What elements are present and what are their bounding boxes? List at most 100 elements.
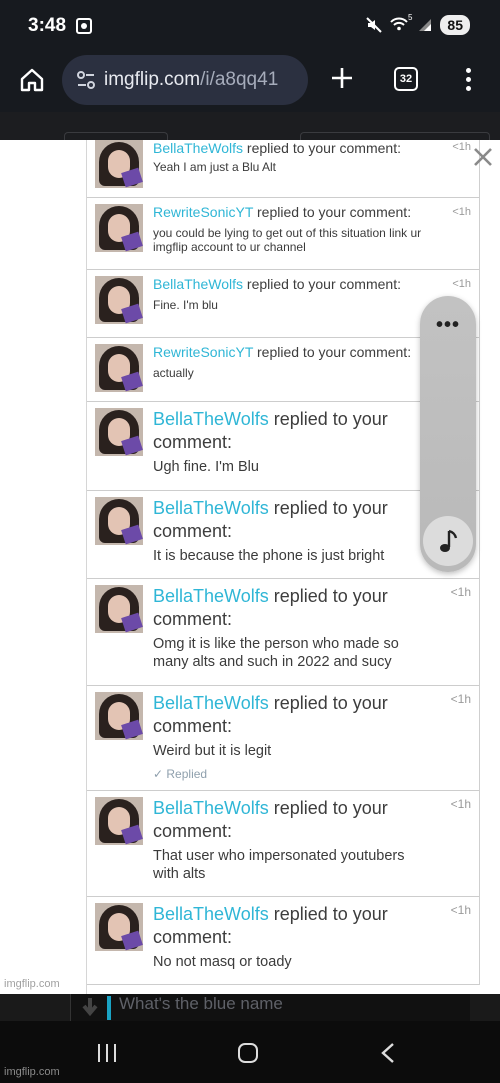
comment-text: you could be lying to get out of this si… bbox=[153, 226, 421, 254]
notification-action-cont: comment: bbox=[153, 432, 233, 452]
notification-row[interactable]: BellaTheWolfs replied to your comment: <1h… bbox=[87, 791, 479, 897]
header-tab-outline bbox=[64, 132, 168, 140]
notification-action: replied to your bbox=[273, 693, 388, 713]
replied-status: ✓ Replied bbox=[153, 767, 208, 781]
address-bar[interactable]: imgflip.com/i/a8qq41 bbox=[62, 55, 308, 105]
username-link[interactable]: RewriteSonicYT bbox=[153, 204, 253, 220]
notification-heading: RewriteSonicYT replied to your comment: bbox=[153, 344, 411, 360]
nav-watermark: imgflip.com bbox=[4, 1066, 60, 1078]
overflow-menu-icon[interactable] bbox=[458, 66, 478, 94]
time-ago: <1h bbox=[452, 278, 471, 290]
avatar[interactable] bbox=[95, 797, 143, 845]
comment-line: Ugh fine. I'm Blu bbox=[153, 459, 259, 475]
avatar[interactable] bbox=[95, 692, 143, 740]
site-settings-icon[interactable] bbox=[76, 70, 96, 90]
notification-row[interactable]: RewriteSonicYT replied to your comment: <… bbox=[87, 198, 479, 270]
url-path: /i/a8qq41 bbox=[200, 69, 279, 90]
home-icon[interactable] bbox=[18, 66, 46, 94]
notification-action: replied to your bbox=[273, 409, 388, 429]
notification-heading: BellaTheWolfs replied to your comment: bbox=[153, 408, 388, 454]
more-dots-icon[interactable]: ••• bbox=[420, 314, 476, 337]
notification-row[interactable]: BellaTheWolfs replied to your comment: <1h… bbox=[87, 897, 479, 985]
username-link[interactable]: BellaTheWolfs bbox=[153, 276, 243, 292]
avatar[interactable] bbox=[95, 204, 143, 252]
new-tab-icon[interactable] bbox=[328, 64, 356, 92]
notification-action: replied to your comment: bbox=[246, 276, 401, 292]
header-tab-outline bbox=[300, 132, 490, 140]
notification-action: replied to your comment: bbox=[257, 204, 412, 220]
username-link[interactable]: BellaTheWolfs bbox=[153, 693, 269, 713]
notification-heading: BellaTheWolfs replied to your comment: bbox=[153, 903, 388, 949]
username-link[interactable]: BellaTheWolfs bbox=[153, 798, 269, 818]
wifi-band-label: 5 bbox=[407, 13, 413, 22]
avatar[interactable] bbox=[95, 140, 143, 188]
username-link[interactable]: BellaTheWolfs bbox=[153, 140, 243, 156]
notification-action: replied to your comment: bbox=[246, 140, 401, 156]
meme-image: BellaTheWolfs replied to your comment: <1… bbox=[0, 140, 500, 994]
comment-line: Fine. I'm blu bbox=[153, 298, 218, 312]
comment-text: It is because the phone is just bright bbox=[153, 547, 384, 565]
notification-action-cont: comment: bbox=[153, 821, 233, 841]
notification-row[interactable]: BellaTheWolfs replied to your comment: <1h… bbox=[87, 579, 479, 686]
avatar[interactable] bbox=[95, 276, 143, 324]
back-icon[interactable] bbox=[380, 1043, 396, 1063]
screen-record-icon bbox=[76, 18, 92, 34]
time-ago: <1h bbox=[450, 585, 471, 599]
comment-bar: What's the blue name bbox=[0, 994, 500, 1021]
comment-line: you could be lying to get out of this si… bbox=[153, 226, 422, 240]
notification-action: replied to your bbox=[273, 586, 388, 606]
page-header-strip bbox=[0, 112, 500, 140]
down-arrow-icon[interactable] bbox=[81, 997, 99, 1017]
music-note-icon[interactable] bbox=[423, 516, 473, 566]
notification-feed: BellaTheWolfs replied to your comment: <1… bbox=[87, 140, 480, 985]
time-ago: <1h bbox=[452, 206, 471, 218]
floating-media-bubble[interactable]: ••• bbox=[420, 296, 476, 572]
comment-line: many alts and such in 2022 and sucy bbox=[153, 654, 392, 670]
time-ago: <1h bbox=[450, 903, 471, 917]
time-ago: <1h bbox=[452, 141, 471, 153]
notification-action: replied to your bbox=[273, 798, 388, 818]
signal-icon bbox=[419, 19, 432, 31]
avatar[interactable] bbox=[95, 497, 143, 545]
comment-line: No not masq or toady bbox=[153, 954, 292, 970]
comment-line: imgflip account to ur channel bbox=[153, 240, 306, 254]
time-ago: <1h bbox=[450, 797, 471, 811]
notification-action-cont: comment: bbox=[153, 927, 233, 947]
home-nav-icon[interactable] bbox=[238, 1043, 258, 1063]
notification-action-cont: comment: bbox=[153, 521, 233, 541]
comment-text: Ugh fine. I'm Blu bbox=[153, 458, 259, 476]
tab-switcher-button[interactable]: 32 bbox=[394, 67, 418, 91]
username-link[interactable]: BellaTheWolfs bbox=[153, 904, 269, 924]
comment-line: actually bbox=[153, 366, 194, 380]
username-link[interactable]: BellaTheWolfs bbox=[153, 498, 269, 518]
clock: 3:48 bbox=[28, 15, 67, 36]
comment-text: Fine. I'm blu bbox=[153, 298, 218, 312]
close-icon[interactable] bbox=[472, 146, 494, 168]
avatar[interactable] bbox=[95, 585, 143, 633]
notification-row[interactable]: BellaTheWolfs replied to your comment: <1h… bbox=[87, 686, 479, 791]
notification-row[interactable]: BellaTheWolfs replied to your comment: <1… bbox=[87, 140, 479, 198]
notification-action: replied to your bbox=[273, 498, 388, 518]
username-link[interactable]: BellaTheWolfs bbox=[153, 586, 269, 606]
recents-icon[interactable] bbox=[98, 1044, 118, 1062]
username-link[interactable]: RewriteSonicYT bbox=[153, 344, 253, 360]
comment-input[interactable]: What's the blue name bbox=[70, 994, 470, 1021]
avatar[interactable] bbox=[95, 903, 143, 951]
username-link[interactable]: BellaTheWolfs bbox=[153, 409, 269, 429]
avatar[interactable] bbox=[95, 408, 143, 456]
notification-heading: BellaTheWolfs replied to your comment: bbox=[153, 276, 401, 292]
comment-text: Yeah I am just a Blu Alt bbox=[153, 160, 276, 174]
comment-accent-bar bbox=[107, 996, 111, 1020]
comment-line: That user who impersonated youtubers bbox=[153, 848, 405, 864]
comment-line: Weird but it is legit bbox=[153, 743, 272, 759]
battery-indicator: 85 bbox=[440, 15, 470, 35]
comment-text: Weird but it is legit bbox=[153, 742, 271, 760]
comment-text: What's the blue name bbox=[119, 994, 283, 1013]
notification-heading: RewriteSonicYT replied to your comment: bbox=[153, 204, 411, 220]
wifi-icon: 5 bbox=[390, 13, 412, 33]
notification-heading: BellaTheWolfs replied to your comment: bbox=[153, 140, 401, 156]
time-ago: <1h bbox=[450, 692, 471, 706]
avatar[interactable] bbox=[95, 344, 143, 392]
notification-action: replied to your comment: bbox=[257, 344, 412, 360]
notification-heading: BellaTheWolfs replied to your comment: bbox=[153, 497, 388, 543]
